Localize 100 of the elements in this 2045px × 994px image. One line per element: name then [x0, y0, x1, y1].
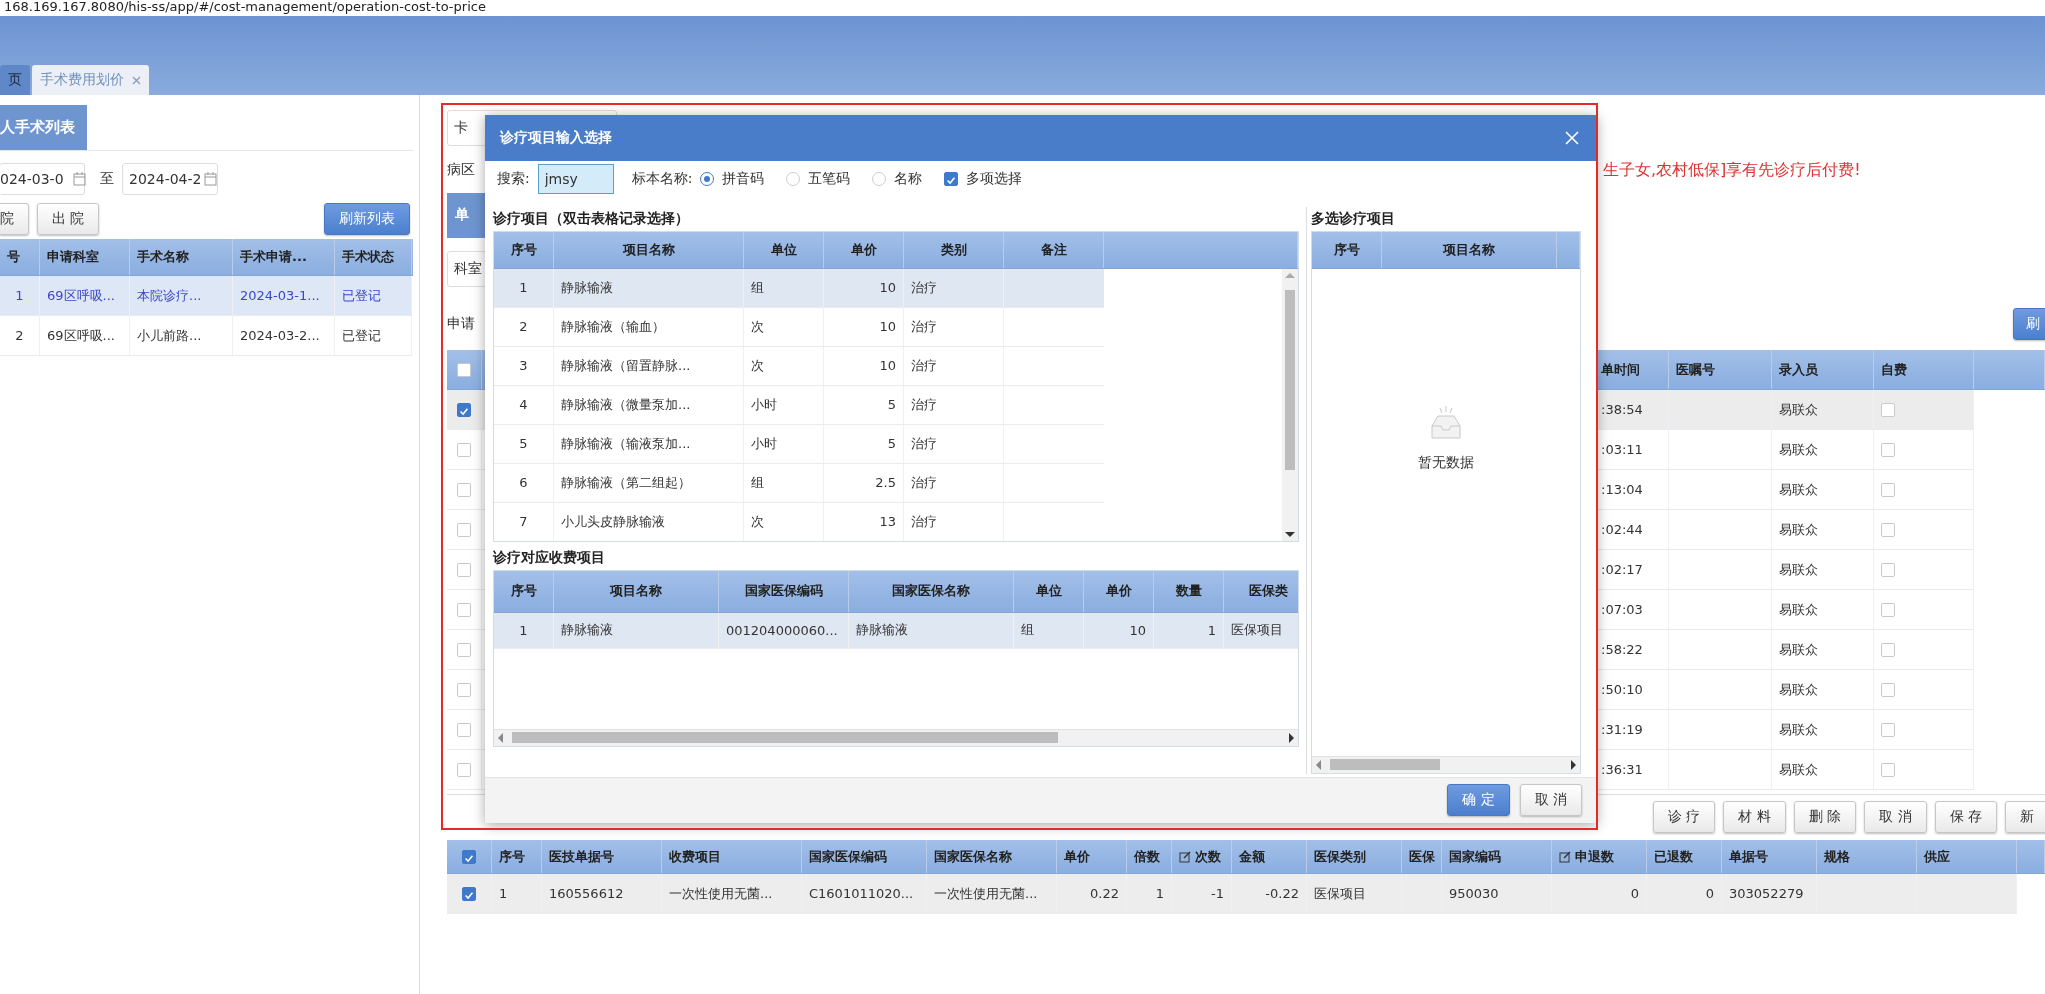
column-header: 医保 [1409, 847, 1435, 866]
table-cell: :38:54 [1601, 402, 1643, 417]
column-header: 已退数 [1654, 847, 1693, 866]
table-cell: 950030 [1449, 886, 1499, 901]
table-cell: 69区呼吸... [47, 286, 115, 305]
column-header: 自费 [1881, 360, 1907, 379]
column-header: 项目名称 [610, 582, 662, 600]
table-cell: 5 [519, 436, 528, 451]
column-header: 类别 [940, 240, 967, 259]
table-cell: 静脉输液 [856, 621, 908, 639]
column-header: 次数 [1195, 847, 1221, 866]
table-cell: 小时 [751, 434, 777, 453]
table-cell: :50:10 [1601, 682, 1643, 697]
table-cell: 13 [879, 514, 896, 529]
table-cell: 1 [519, 622, 528, 638]
column-header: 医嘱号 [1676, 360, 1715, 379]
table-cell: 4 [519, 397, 528, 412]
table-cell: 治疗 [911, 278, 937, 297]
table-cell: 易联众 [1779, 440, 1818, 459]
column-header: 国家医保名称 [892, 582, 970, 600]
table-cell: 小儿前路... [137, 326, 202, 345]
column-header: 单位 [770, 240, 797, 259]
column-header: 申请科室 [47, 248, 99, 266]
column-header: 数量 [1175, 582, 1202, 600]
search-label: 搜索: [497, 170, 530, 189]
table-cell: 医保项目 [1314, 884, 1366, 903]
table-cell: 1 [519, 280, 528, 295]
table-cell: 易联众 [1779, 640, 1818, 659]
address-text: 168.169.167.8080/his-ss/app/#/cost-management/operation-cost-to-price [3, 0, 487, 14]
column-header: 单价 [1064, 847, 1090, 866]
column-header: 国家医保编码 [809, 847, 887, 866]
dialog-title: 诊疗项目输入选择 [500, 129, 612, 148]
column-header: 备注 [1040, 240, 1067, 259]
table-cell: 一次性使用无菌... [934, 884, 1038, 903]
table-cell: 1 [1207, 622, 1216, 638]
table-cell: 6 [519, 475, 528, 490]
column-header: 手术申请... [240, 248, 307, 266]
column-header: 手术状态 [342, 248, 394, 266]
table-cell: 静脉输液（输血） [561, 317, 665, 336]
table-cell: 易联众 [1779, 680, 1818, 699]
table-cell: 次 [751, 317, 764, 336]
table-cell: 治疗 [911, 473, 937, 492]
table-cell: 易联众 [1779, 600, 1818, 619]
table-cell: :03:11 [1601, 442, 1643, 457]
column-header: 单价 [1105, 582, 1132, 600]
table-cell: 小时 [751, 395, 777, 414]
table-cell: 静脉输液 [561, 278, 613, 297]
ward-label: 病区 [447, 161, 475, 179]
column-header: 序号 [499, 847, 525, 866]
column-header: 序号 [1333, 240, 1360, 259]
table-cell: 已登记 [342, 286, 381, 305]
column-header: 单位 [1035, 582, 1062, 600]
column-header: 序号 [510, 240, 537, 259]
column-header: 医保类 [1249, 582, 1288, 600]
table-cell: 3 [519, 358, 528, 373]
apply-label: 申请 [447, 314, 475, 333]
table-cell: 组 [751, 473, 764, 492]
column-header: 手术名称 [137, 248, 189, 266]
section-title: 诊疗项目（双击表格记录选择） [493, 208, 690, 228]
table-cell: 1 [499, 886, 508, 901]
table-cell: -1 [1211, 886, 1224, 901]
table-cell: 静脉输液（第二组起） [561, 473, 691, 492]
table-cell: 次 [751, 512, 764, 531]
column-header: 医技单据号 [549, 847, 614, 866]
column-header: 项目名称 [622, 240, 675, 259]
table-cell: 易联众 [1779, 560, 1818, 579]
column-header: 单时间 [1601, 360, 1640, 379]
column-header: 医保类别 [1314, 847, 1366, 866]
table-cell: 2024-03-2... [240, 328, 320, 343]
column-header: 项目名称 [1443, 240, 1495, 259]
match-label: 标本名称: [631, 170, 693, 189]
table-cell: 静脉输液（微量泵加... [561, 395, 691, 414]
radio-label: 拼音码 [722, 170, 765, 189]
table-cell: 69区呼吸... [47, 326, 115, 345]
table-cell: 本院诊疗... [137, 286, 202, 305]
table-cell: 1 [1155, 886, 1164, 901]
table-cell: :07:03 [1601, 602, 1643, 617]
table-cell: 10 [1129, 622, 1146, 638]
table-cell: 0.22 [1090, 886, 1119, 901]
table-cell: 0 [1705, 886, 1714, 901]
table-cell: 10 [879, 280, 896, 295]
table-cell: 易联众 [1779, 480, 1818, 499]
table-cell: 治疗 [911, 434, 937, 453]
table-cell: 易联众 [1779, 520, 1818, 539]
radio-label: 五笔码 [808, 170, 851, 189]
table-cell: 组 [751, 278, 764, 297]
table-cell: 2.5 [875, 475, 896, 490]
date-separator: 至 [100, 169, 114, 188]
column-header: 号 [7, 248, 20, 266]
table-cell: 治疗 [911, 317, 937, 336]
table-cell: 易联众 [1779, 760, 1818, 779]
table-cell: 5 [887, 436, 896, 451]
table-cell: 静脉输液（输液泵加... [561, 434, 691, 453]
column-header: 国家编码 [1449, 847, 1501, 866]
radio-label: 名称 [894, 170, 923, 189]
table-cell: 一次性使用无菌... [669, 884, 773, 903]
empty-text: 暂无数据 [1418, 453, 1474, 472]
table-cell: 5 [887, 397, 896, 412]
table-cell: :36:31 [1601, 762, 1643, 777]
notice-text: 生子女,农村低保]享有先诊疗后付费! [1603, 159, 1861, 181]
